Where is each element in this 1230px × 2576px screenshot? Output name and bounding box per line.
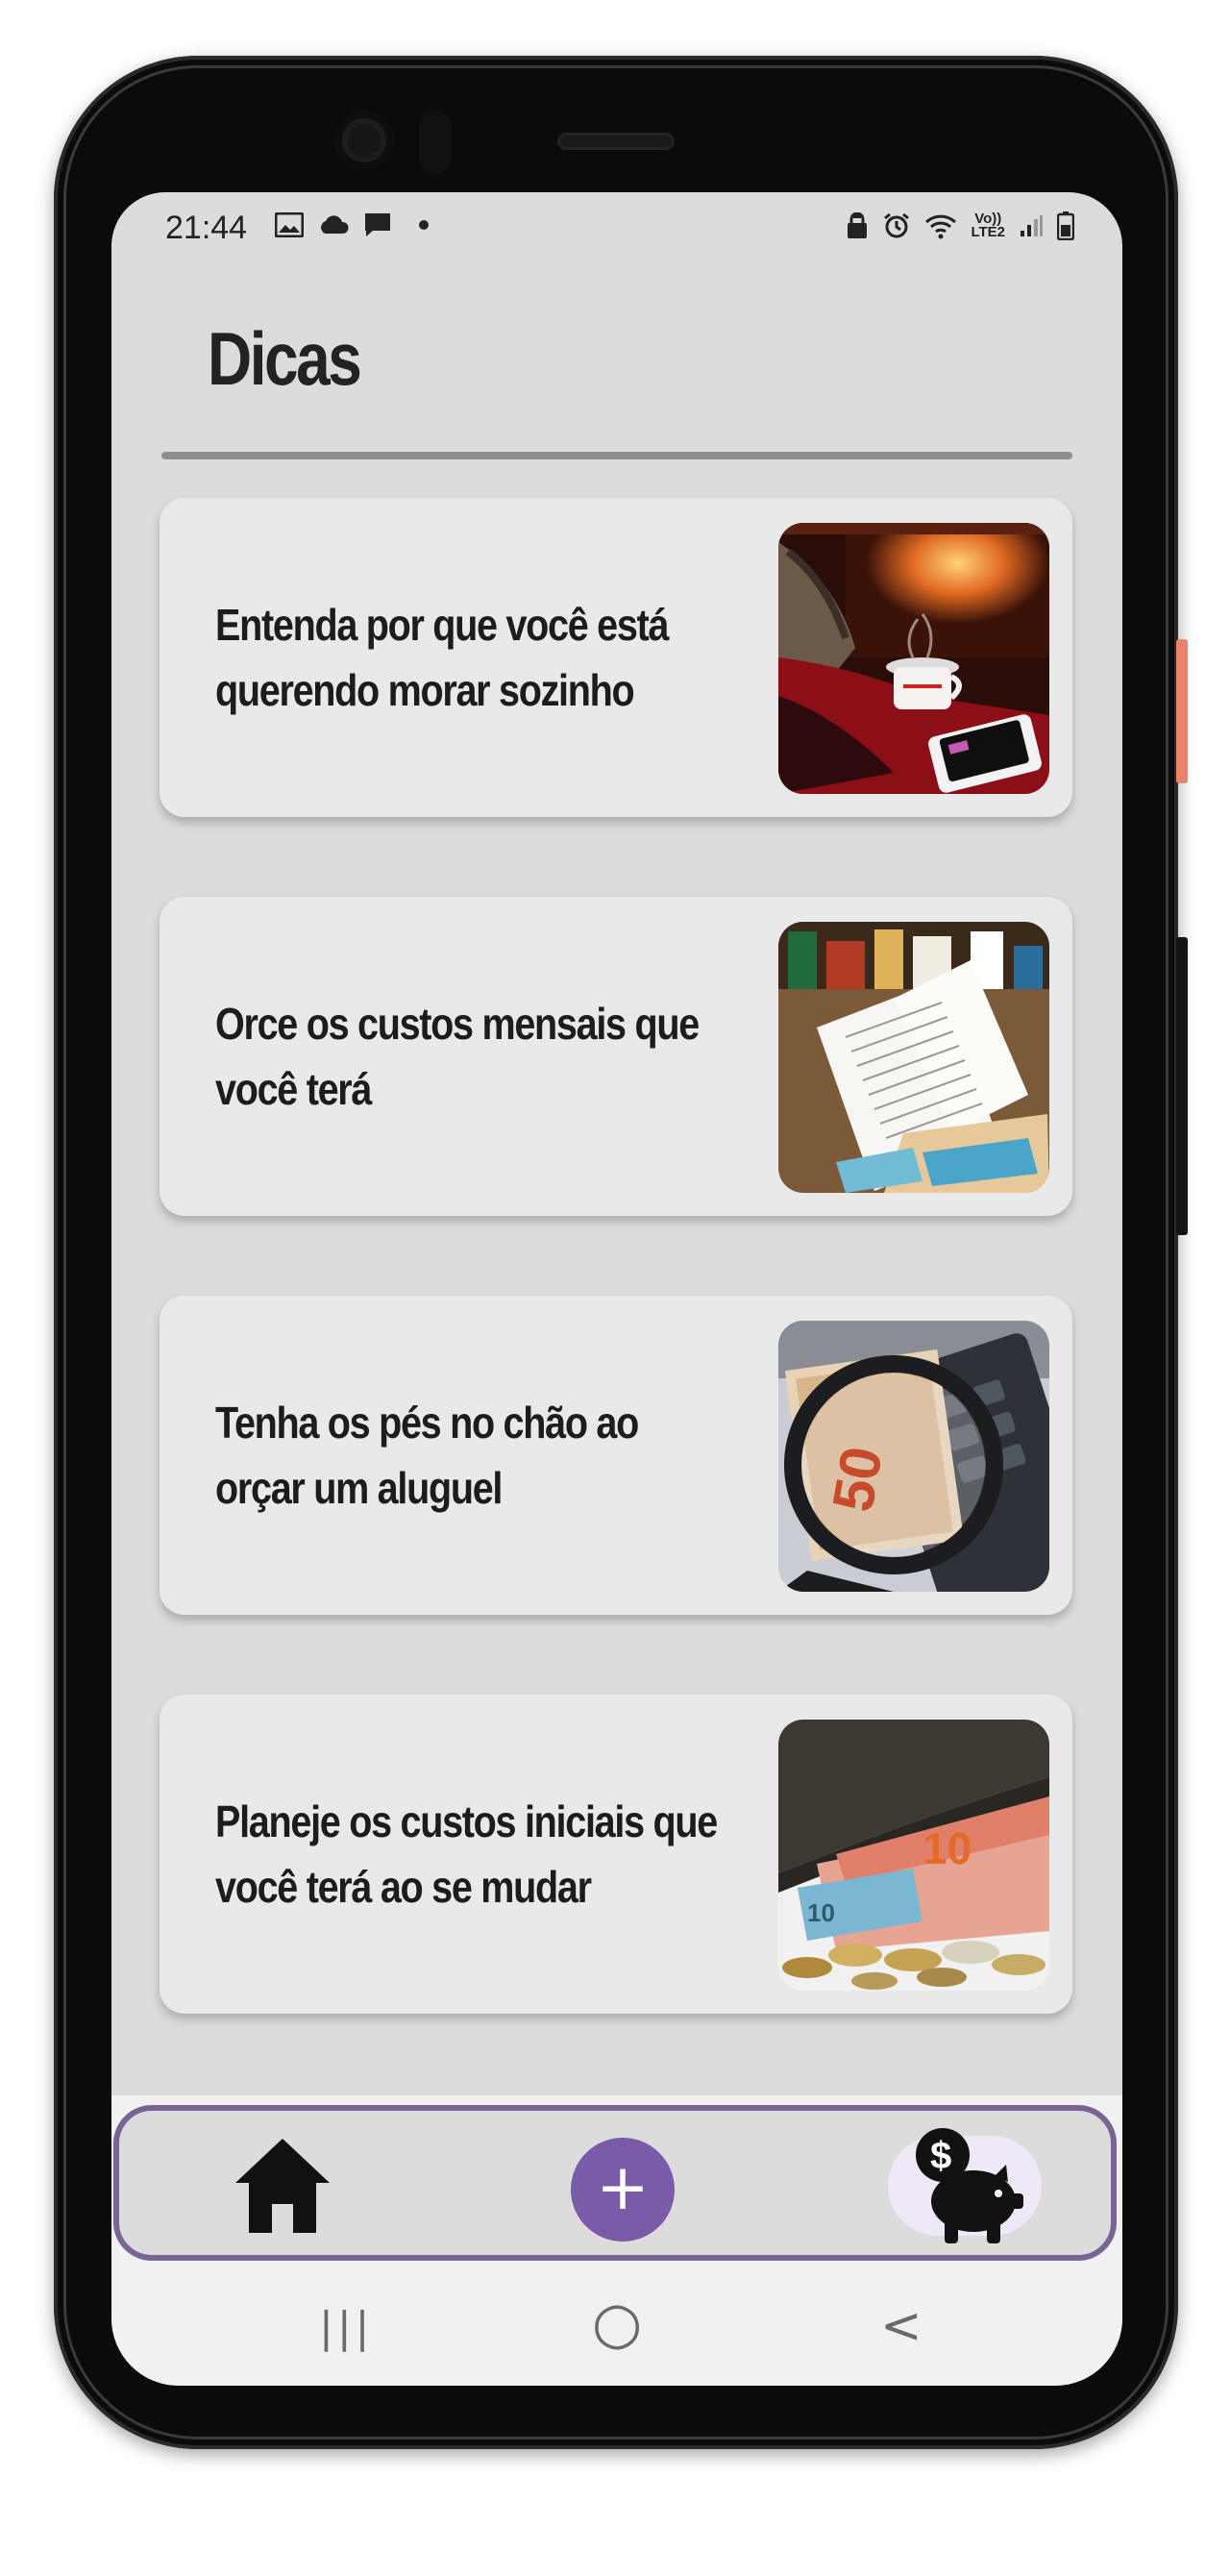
system-nav-bar: ||| ○ < bbox=[111, 2270, 1122, 2386]
side-button bbox=[1176, 937, 1188, 1235]
volte-icon: Vo)) LTE2 bbox=[971, 211, 1005, 240]
alarm-icon bbox=[884, 212, 910, 238]
system-status-icons: Vo)) LTE2 bbox=[846, 211, 1074, 240]
message-icon bbox=[365, 213, 390, 236]
page-title: Dicas bbox=[208, 316, 362, 401]
screen: 21:44 Vo)) LTE2 Dicas Entenda por que vo… bbox=[111, 192, 1122, 2386]
svg-text:10: 10 bbox=[922, 1823, 972, 1873]
lte-label: LTE2 bbox=[971, 224, 1005, 240]
svg-text:50: 50 bbox=[820, 1442, 895, 1516]
bottom-nav: + $ bbox=[113, 2105, 1117, 2261]
tip-card-image-cozy-home bbox=[778, 523, 1049, 794]
tip-card-image-receipts bbox=[778, 922, 1049, 1193]
dot-icon bbox=[419, 220, 429, 230]
nav-add-button[interactable]: + bbox=[571, 2138, 675, 2242]
piggy-bank-icon: $ bbox=[916, 2128, 1023, 2243]
wifi-icon bbox=[925, 214, 957, 239]
tip-card[interactable]: Tenha os pés no chão ao orçar um aluguel bbox=[160, 1296, 1072, 1615]
svg-text:$: $ bbox=[930, 2135, 951, 2177]
recents-button[interactable]: ||| bbox=[319, 2303, 373, 2352]
tip-card-image-magnifier-money: 50 bbox=[778, 1321, 1049, 1592]
signal-icon bbox=[1021, 215, 1043, 236]
status-time: 21:44 bbox=[165, 210, 248, 246]
proximity-sensor bbox=[419, 111, 452, 174]
home-button[interactable]: ○ bbox=[592, 2290, 642, 2357]
status-bar: 21:44 Vo)) LTE2 bbox=[111, 192, 1122, 269]
tip-card-title: Entenda por que você está querendo morar… bbox=[215, 600, 669, 715]
lock-icon bbox=[848, 212, 868, 238]
notification-icons bbox=[275, 211, 430, 238]
image-icon bbox=[275, 212, 304, 237]
tip-card-title: Tenha os pés no chão ao orçar um aluguel bbox=[215, 1398, 639, 1513]
earpiece-speaker bbox=[557, 133, 675, 150]
tip-card[interactable]: Orce os custos mensais que você terá bbox=[160, 897, 1072, 1216]
tip-card[interactable]: Planeje os custos iniciais que você terá… bbox=[160, 1695, 1072, 2014]
tip-card[interactable]: Entenda por que você está querendo morar… bbox=[160, 498, 1072, 817]
home-icon bbox=[235, 2139, 330, 2233]
tip-card-title: Orce os custos mensais que você terá bbox=[215, 999, 700, 1114]
tip-card-title: Planeje os custos iniciais que você terá… bbox=[215, 1796, 718, 1912]
title-divider bbox=[161, 452, 1072, 459]
cloud-icon bbox=[321, 215, 349, 234]
battery-icon bbox=[1057, 211, 1074, 240]
plus-icon: + bbox=[596, 2150, 650, 2224]
front-camera bbox=[334, 111, 394, 170]
back-button[interactable]: < bbox=[880, 2297, 922, 2355]
nav-savings-button[interactable]: $ bbox=[888, 2122, 1042, 2247]
nav-home-button[interactable] bbox=[227, 2130, 338, 2242]
side-button bbox=[1176, 639, 1188, 783]
tip-card-image-wallet-coins: 10 10 bbox=[778, 1720, 1049, 1991]
svg-text:10: 10 bbox=[807, 1898, 835, 1927]
